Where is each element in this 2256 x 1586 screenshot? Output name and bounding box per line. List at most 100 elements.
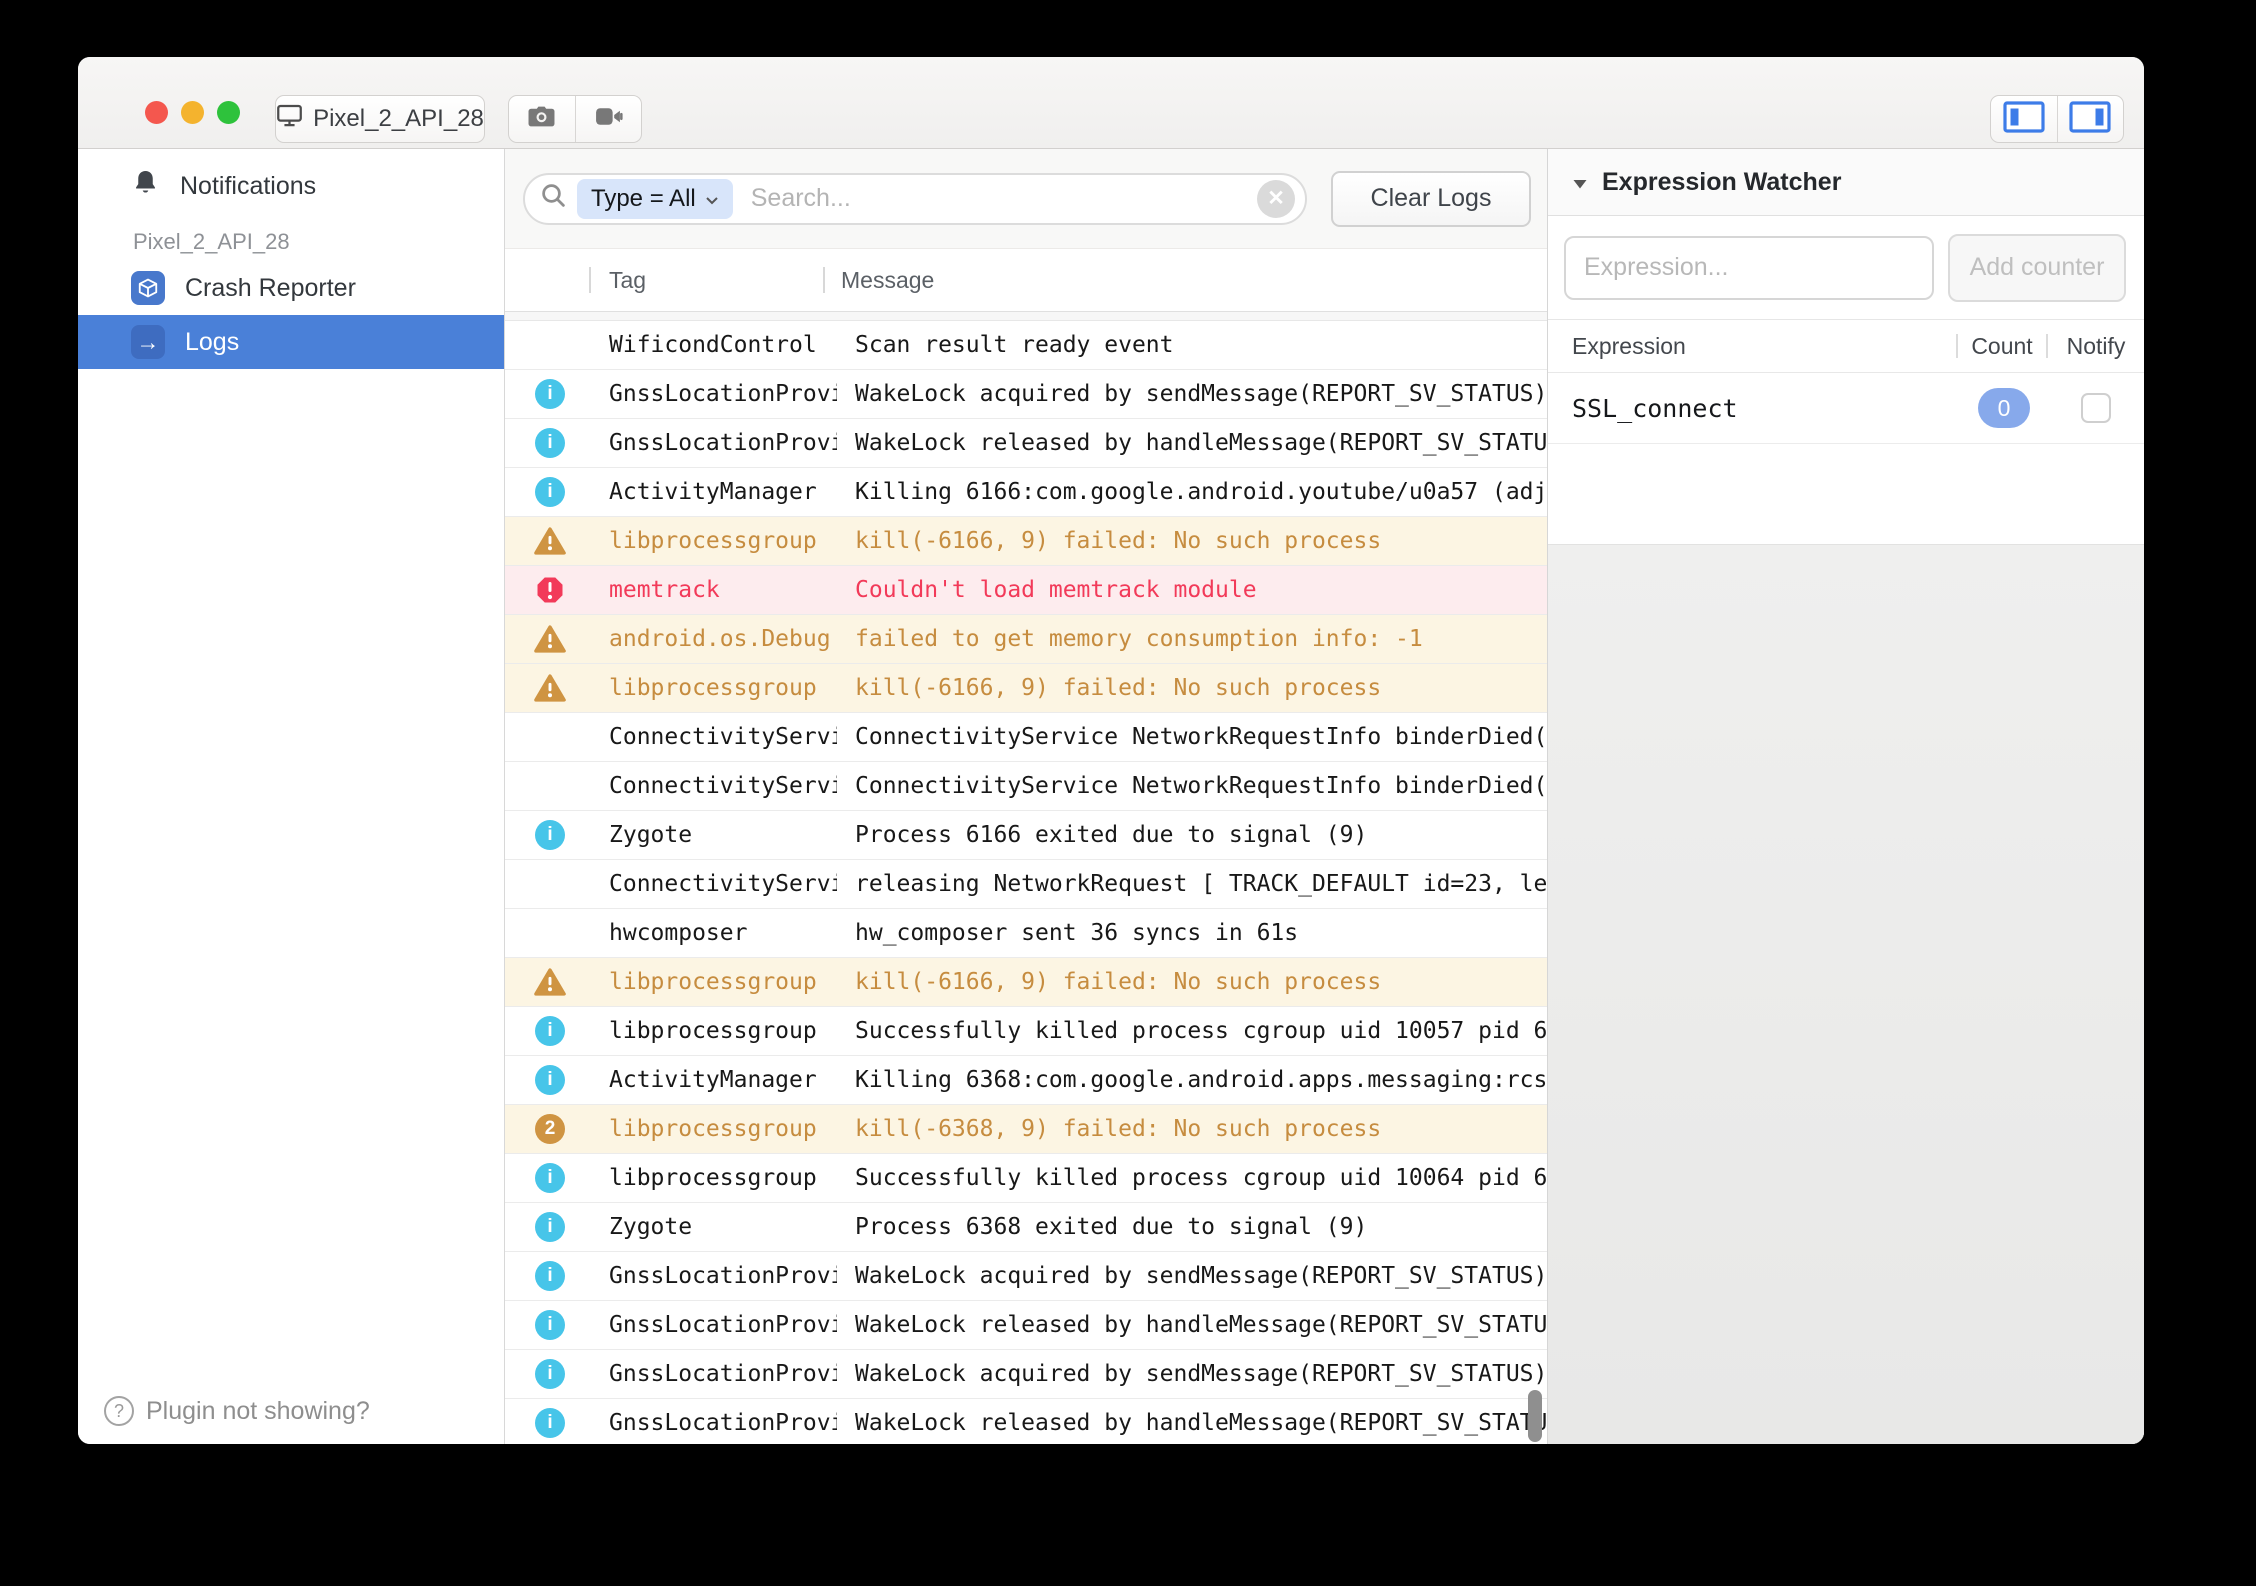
log-row[interactable]: iGnssLocationProviderWakeLock acquired b… bbox=[505, 370, 1547, 419]
log-row[interactable]: ConnectivityServiceConnectivityService N… bbox=[505, 762, 1547, 811]
notify-cell bbox=[2048, 393, 2144, 423]
log-row[interactable]: iGnssLocationProviderWakeLock acquired b… bbox=[505, 1350, 1547, 1399]
device-section-label: Pixel_2_API_28 bbox=[78, 213, 504, 261]
log-message: ConnectivityService NetworkRequestInfo b… bbox=[837, 773, 1547, 799]
log-message: Couldn't load memtrack module bbox=[837, 577, 1547, 603]
log-row[interactable]: memtrackCouldn't load memtrack module bbox=[505, 566, 1547, 615]
log-level-cell: i bbox=[505, 379, 595, 409]
watcher-row[interactable]: SSL_connect 0 bbox=[1548, 373, 2144, 444]
zoom-window-button[interactable] bbox=[217, 101, 240, 124]
log-tag: Zygote bbox=[595, 1214, 837, 1240]
bell-icon bbox=[131, 168, 160, 204]
screen: Pixel_2_API_28 bbox=[0, 0, 2256, 1586]
add-counter-button[interactable]: Add counter bbox=[1948, 234, 2126, 302]
chevron-down-icon bbox=[705, 185, 719, 213]
log-row[interactable]: ilibprocessgroupSuccessfully killed proc… bbox=[505, 1154, 1547, 1203]
info-icon: i bbox=[535, 1163, 565, 1193]
log-tag: GnssLocationProvider bbox=[595, 1410, 837, 1436]
watcher-rows: SSL_connect 0 bbox=[1548, 373, 2144, 444]
log-message: WakeLock released by handleMessage(REPOR… bbox=[837, 1410, 1547, 1436]
log-level-cell: i bbox=[505, 1359, 595, 1389]
log-message: WakeLock released by handleMessage(REPOR… bbox=[837, 1312, 1547, 1338]
info-icon: i bbox=[535, 428, 565, 458]
sidebar-item-label: Notifications bbox=[180, 172, 316, 201]
device-selector-button[interactable]: Pixel_2_API_28 bbox=[275, 95, 485, 143]
warning-icon bbox=[534, 624, 566, 654]
log-row[interactable]: ConnectivityServicereleasing NetworkRequ… bbox=[505, 860, 1547, 909]
log-level-cell: i bbox=[505, 1261, 595, 1291]
log-tag: libprocessgroup bbox=[595, 1018, 837, 1044]
message-column-header[interactable]: Message bbox=[825, 267, 1547, 294]
search-input[interactable]: Type = All Search... ✕ bbox=[523, 173, 1307, 225]
log-level-cell: i bbox=[505, 1065, 595, 1095]
log-row[interactable]: iGnssLocationProviderWakeLock released b… bbox=[505, 1399, 1547, 1444]
log-row[interactable]: libprocessgroupkill(-6166, 9) failed: No… bbox=[505, 517, 1547, 566]
clear-logs-button[interactable]: Clear Logs bbox=[1331, 171, 1531, 227]
collapse-triangle-icon bbox=[1572, 168, 1588, 197]
log-message: kill(-6166, 9) failed: No such process bbox=[837, 969, 1547, 995]
log-row[interactable]: ConnectivityServiceConnectivityService N… bbox=[505, 713, 1547, 762]
log-tag: GnssLocationProvider bbox=[595, 1263, 837, 1289]
info-icon: i bbox=[535, 820, 565, 850]
expression-watcher-panel: Expression Watcher Add counter Expressio… bbox=[1547, 149, 2144, 1444]
log-tag: Zygote bbox=[595, 822, 837, 848]
expression-watcher-header[interactable]: Expression Watcher bbox=[1548, 149, 2144, 216]
log-message: Successfully killed process cgroup uid 1… bbox=[837, 1165, 1547, 1191]
plugin-help-link[interactable]: ? Plugin not showing? bbox=[104, 1396, 370, 1426]
toggle-right-panel-button[interactable] bbox=[2057, 96, 2124, 142]
sidebar-item-logs[interactable]: → Logs bbox=[78, 315, 504, 369]
log-row[interactable]: 2libprocessgroupkill(-6368, 9) failed: N… bbox=[505, 1105, 1547, 1154]
tag-column-header[interactable]: Tag bbox=[591, 267, 823, 294]
log-level-cell: i bbox=[505, 1310, 595, 1340]
watcher-table-header: Expression Count Notify bbox=[1548, 320, 2144, 373]
log-row[interactable]: iZygoteProcess 6368 exited due to signal… bbox=[505, 1203, 1547, 1252]
log-row[interactable]: libprocessgroupkill(-6166, 9) failed: No… bbox=[505, 664, 1547, 713]
log-row[interactable]: hwcomposerhw_composer sent 36 syncs in 6… bbox=[505, 909, 1547, 958]
log-row[interactable]: iActivityManagerKilling 6166:com.google.… bbox=[505, 468, 1547, 517]
toggle-left-panel-button[interactable] bbox=[1991, 96, 2057, 142]
notify-checkbox[interactable] bbox=[2081, 393, 2111, 423]
log-tag: GnssLocationProvider bbox=[595, 381, 837, 407]
sidebar-item-crash-reporter[interactable]: Crash Reporter bbox=[78, 261, 504, 315]
count-cell: 0 bbox=[1960, 388, 2048, 428]
vertical-scrollbar-thumb[interactable] bbox=[1528, 1390, 1542, 1442]
count-column-header: Count bbox=[1958, 333, 2046, 360]
log-level-cell: i bbox=[505, 477, 595, 507]
right-panel-icon bbox=[2069, 101, 2111, 138]
clear-search-button[interactable]: ✕ bbox=[1257, 180, 1295, 218]
type-filter-chip[interactable]: Type = All bbox=[577, 179, 733, 219]
watched-expression: SSL_connect bbox=[1548, 394, 1960, 423]
left-panel-icon bbox=[2003, 101, 2045, 138]
info-icon: i bbox=[535, 379, 565, 409]
log-message: Process 6368 exited due to signal (9) bbox=[837, 1214, 1547, 1240]
log-row[interactable]: WificondControlScan result ready event bbox=[505, 321, 1547, 370]
log-row[interactable]: iZygoteProcess 6166 exited due to signal… bbox=[505, 811, 1547, 860]
log-message: WakeLock released by handleMessage(REPOR… bbox=[837, 430, 1547, 456]
log-row[interactable]: iGnssLocationProviderWakeLock acquired b… bbox=[505, 1252, 1547, 1301]
log-row[interactable]: iGnssLocationProviderWakeLock released b… bbox=[505, 419, 1547, 468]
log-message: Killing 6368:com.google.android.apps.mes… bbox=[837, 1067, 1547, 1093]
info-icon: i bbox=[535, 1016, 565, 1046]
screen-record-button[interactable] bbox=[575, 96, 642, 142]
panel-background bbox=[1548, 544, 2144, 1444]
close-window-button[interactable] bbox=[145, 101, 168, 124]
sidebar-item-notifications[interactable]: Notifications bbox=[78, 159, 504, 213]
screenshot-button[interactable] bbox=[509, 96, 575, 142]
app-window: Pixel_2_API_28 bbox=[78, 57, 2144, 1444]
count-badge: 0 bbox=[1978, 388, 2030, 428]
expression-input[interactable] bbox=[1564, 236, 1934, 300]
sidebar-item-label: Logs bbox=[185, 328, 239, 357]
plugin-help-label: Plugin not showing? bbox=[146, 1397, 370, 1426]
log-level-cell: 2 bbox=[505, 1114, 595, 1144]
watcher-controls: Add counter bbox=[1548, 216, 2144, 320]
log-row[interactable]: android.os.Debugfailed to get memory con… bbox=[505, 615, 1547, 664]
log-level-cell: i bbox=[505, 1408, 595, 1438]
log-row[interactable]: iActivityManagerKilling 6368:com.google.… bbox=[505, 1056, 1547, 1105]
log-message: Killing 6166:com.google.android.youtube/… bbox=[837, 479, 1547, 505]
log-message: kill(-6166, 9) failed: No such process bbox=[837, 528, 1547, 554]
log-message: WakeLock acquired by sendMessage(REPORT_… bbox=[837, 1263, 1547, 1289]
log-row[interactable]: libprocessgroupkill(-6166, 9) failed: No… bbox=[505, 958, 1547, 1007]
minimize-window-button[interactable] bbox=[181, 101, 204, 124]
log-row[interactable]: ilibprocessgroupSuccessfully killed proc… bbox=[505, 1007, 1547, 1056]
log-row[interactable]: iGnssLocationProviderWakeLock released b… bbox=[505, 1301, 1547, 1350]
